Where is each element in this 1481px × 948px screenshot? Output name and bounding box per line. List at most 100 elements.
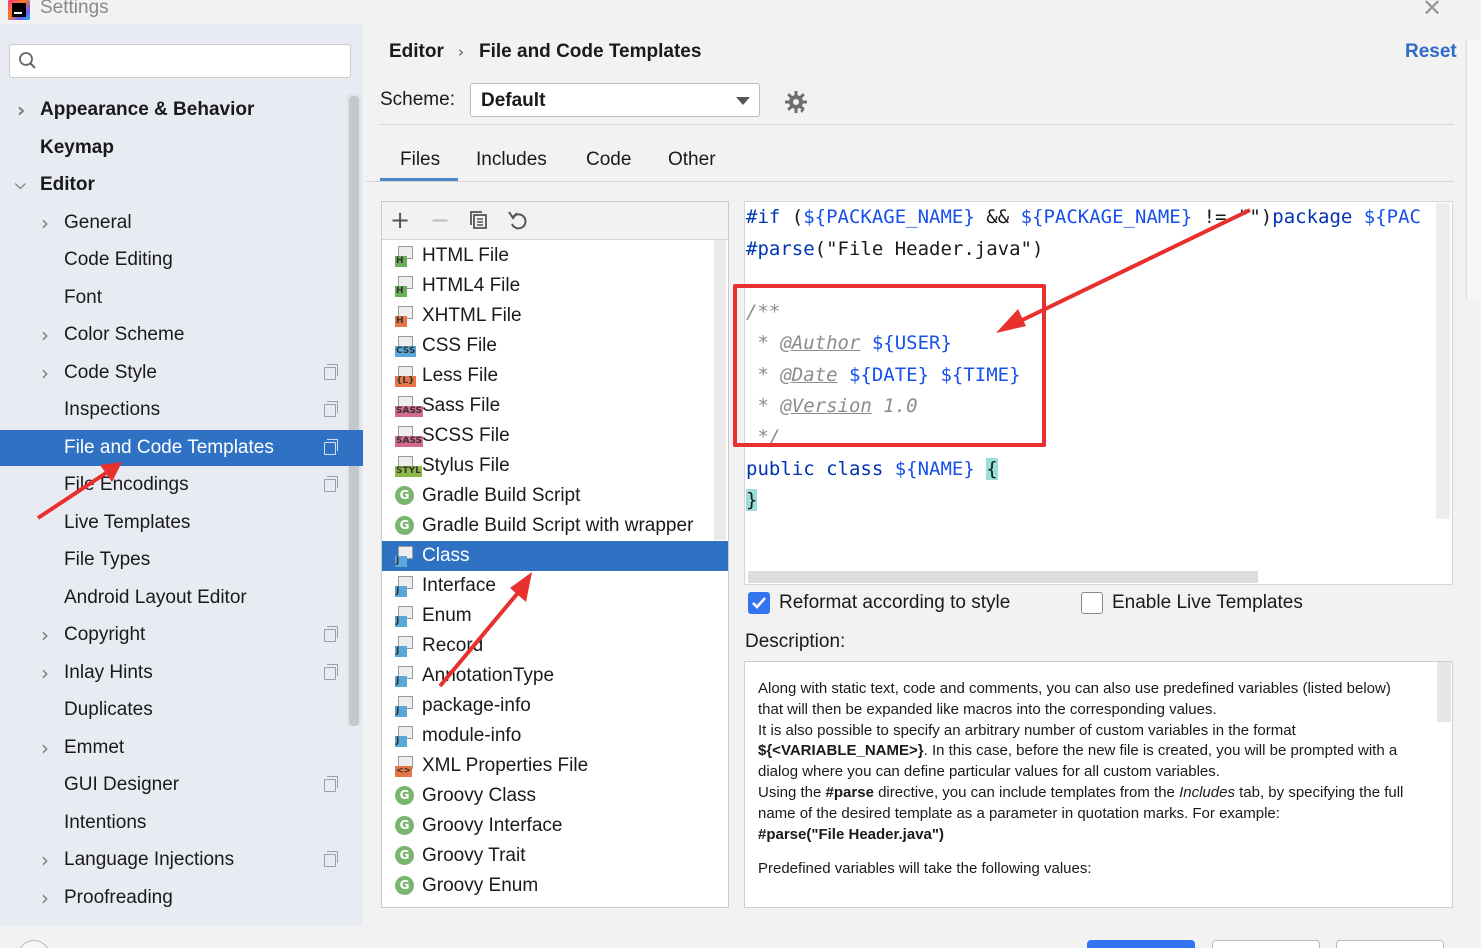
sidebar-item[interactable]: File and Code Templates: [0, 430, 363, 466]
sidebar-item-label: Copyright: [64, 624, 146, 645]
cancel-button[interactable]: [1212, 940, 1320, 948]
chevron-right-icon[interactable]: ›: [41, 317, 49, 353]
sidebar-item-label: Code Style: [64, 362, 157, 383]
template-list-item[interactable]: G Groovy Enum: [382, 871, 728, 901]
template-list-item[interactable]: J Record: [382, 631, 728, 661]
live-templates-label[interactable]: Enable Live Templates: [1112, 592, 1303, 614]
sidebar-item[interactable]: › Emmet: [0, 730, 363, 766]
add-icon[interactable]: +: [390, 206, 410, 234]
app-logo-icon: [8, 0, 30, 20]
sidebar-item[interactable]: › Code Style: [0, 355, 363, 391]
template-list-item[interactable]: G Groovy Trait: [382, 841, 728, 871]
template-label: SCSS File: [422, 425, 510, 446]
file-type-icon: H: [395, 306, 415, 327]
ok-button[interactable]: [1087, 940, 1195, 948]
template-label: Gradle Build Script: [422, 485, 581, 506]
sidebar-item[interactable]: GUI Designer: [0, 767, 363, 803]
description-scrollbar[interactable]: [1437, 662, 1451, 722]
template-list-item[interactable]: H XHTML File: [382, 301, 728, 331]
sidebar-item[interactable]: › General: [0, 205, 363, 241]
template-list-item[interactable]: Jpackage-info: [382, 691, 728, 721]
sidebar-item[interactable]: Inspections: [0, 392, 363, 428]
code-token: &&: [974, 206, 1021, 228]
sidebar-item[interactable]: Intentions: [0, 805, 363, 841]
editor-vertical-scrollbar[interactable]: [1436, 203, 1450, 519]
template-list-item[interactable]: J AnnotationType: [382, 661, 728, 691]
sidebar-item[interactable]: Font: [0, 280, 363, 316]
sidebar-item[interactable]: ⌵ Editor: [0, 167, 363, 203]
templates-scrollbar[interactable]: [714, 240, 726, 540]
apply-button[interactable]: [1336, 940, 1444, 948]
code-token: (: [780, 206, 804, 228]
undo-icon[interactable]: [507, 209, 529, 231]
chevron-right-icon[interactable]: ›: [41, 842, 49, 878]
description-span: directive, you can include templates fro…: [873, 783, 1180, 801]
sidebar-item[interactable]: › Inlay Hints: [0, 655, 363, 691]
template-list-item[interactable]: SASS Sass File: [382, 391, 728, 421]
template-list-item[interactable]: SASS SCSS File: [382, 421, 728, 451]
tab-files[interactable]: Files: [400, 149, 440, 171]
template-list-item[interactable]: J Interface: [382, 571, 728, 601]
template-list-item[interactable]: Jmodule-info: [382, 721, 728, 751]
gear-icon[interactable]: [784, 90, 808, 114]
template-list-item[interactable]: H HTML4 File: [382, 271, 728, 301]
tab-code[interactable]: Code: [586, 149, 631, 171]
chevron-right-icon[interactable]: ›: [41, 880, 49, 916]
remove-icon[interactable]: −: [430, 206, 450, 234]
template-label: HTML File: [422, 245, 509, 266]
chevron-right-icon[interactable]: ›: [41, 617, 49, 653]
template-label: Interface: [422, 575, 496, 596]
template-list-item[interactable]: CSS CSS File: [382, 331, 728, 361]
template-list-item[interactable]: G Gradle Build Script: [382, 481, 728, 511]
sidebar-item-label: Appearance & Behavior: [40, 99, 255, 120]
chevron-down-icon[interactable]: ⌵: [15, 167, 26, 203]
template-list-item[interactable]: STYL Stylus File: [382, 451, 728, 481]
template-list-item[interactable]: J Enum: [382, 601, 728, 631]
sidebar-item[interactable]: File Types: [0, 542, 363, 578]
sidebar-item[interactable]: Live Templates: [0, 505, 363, 541]
chevron-right-icon[interactable]: ›: [17, 92, 25, 128]
search-input[interactable]: [9, 44, 351, 78]
project-level-icon: [324, 626, 338, 642]
project-level-icon: [324, 776, 338, 792]
reset-link[interactable]: Reset: [1405, 41, 1457, 63]
sidebar-item[interactable]: › Copyright: [0, 617, 363, 653]
gradle-groovy-icon: G: [395, 846, 414, 865]
chevron-right-icon[interactable]: ›: [41, 355, 49, 391]
close-icon[interactable]: ✕: [1422, 0, 1442, 22]
reformat-label[interactable]: Reformat according to style: [779, 592, 1010, 614]
live-templates-checkbox[interactable]: [1081, 592, 1103, 614]
code-token: ${PAC: [1352, 206, 1421, 228]
sidebar-item[interactable]: › Language Injections: [0, 842, 363, 878]
sidebar-item[interactable]: › Appearance & Behavior: [0, 92, 363, 128]
sidebar-item[interactable]: › Proofreading: [0, 880, 363, 916]
template-label: Stylus File: [422, 455, 510, 476]
sidebar-item-label: Proofreading: [64, 887, 173, 908]
template-list-item[interactable]: G Groovy Interface: [382, 811, 728, 841]
tab-other[interactable]: Other: [668, 149, 716, 171]
chevron-right-icon[interactable]: ›: [41, 730, 49, 766]
sidebar-item[interactable]: › Color Scheme: [0, 317, 363, 353]
editor-horizontal-scrollbar[interactable]: [748, 571, 1258, 583]
reformat-checkbox[interactable]: [748, 592, 770, 614]
breadcrumb-parent[interactable]: Editor: [389, 41, 444, 63]
template-list-item[interactable]: <> XML Properties File: [382, 751, 728, 781]
scheme-select[interactable]: Default: [470, 83, 760, 117]
template-list-item[interactable]: G Groovy Class: [382, 781, 728, 811]
description-span: Using the: [758, 783, 826, 801]
chevron-right-icon[interactable]: ›: [41, 205, 49, 241]
tab-includes[interactable]: Includes: [476, 149, 547, 171]
sidebar-item[interactable]: File Encodings: [0, 467, 363, 503]
sidebar-item[interactable]: Keymap: [0, 130, 363, 166]
template-list-item[interactable]: H HTML File: [382, 241, 728, 271]
gradle-groovy-icon: G: [395, 786, 414, 805]
template-list-item[interactable]: G Gradle Build Script with wrapper: [382, 511, 728, 541]
sidebar-item[interactable]: Android Layout Editor: [0, 580, 363, 616]
template-list-item[interactable]: J Class: [382, 541, 728, 571]
sidebar-item[interactable]: Duplicates: [0, 692, 363, 728]
chevron-right-icon[interactable]: ›: [41, 655, 49, 691]
template-label: AnnotationType: [422, 665, 555, 686]
sidebar-item[interactable]: Code Editing: [0, 242, 363, 278]
copy-icon[interactable]: [468, 210, 488, 230]
template-list-item[interactable]: {L} Less File: [382, 361, 728, 391]
